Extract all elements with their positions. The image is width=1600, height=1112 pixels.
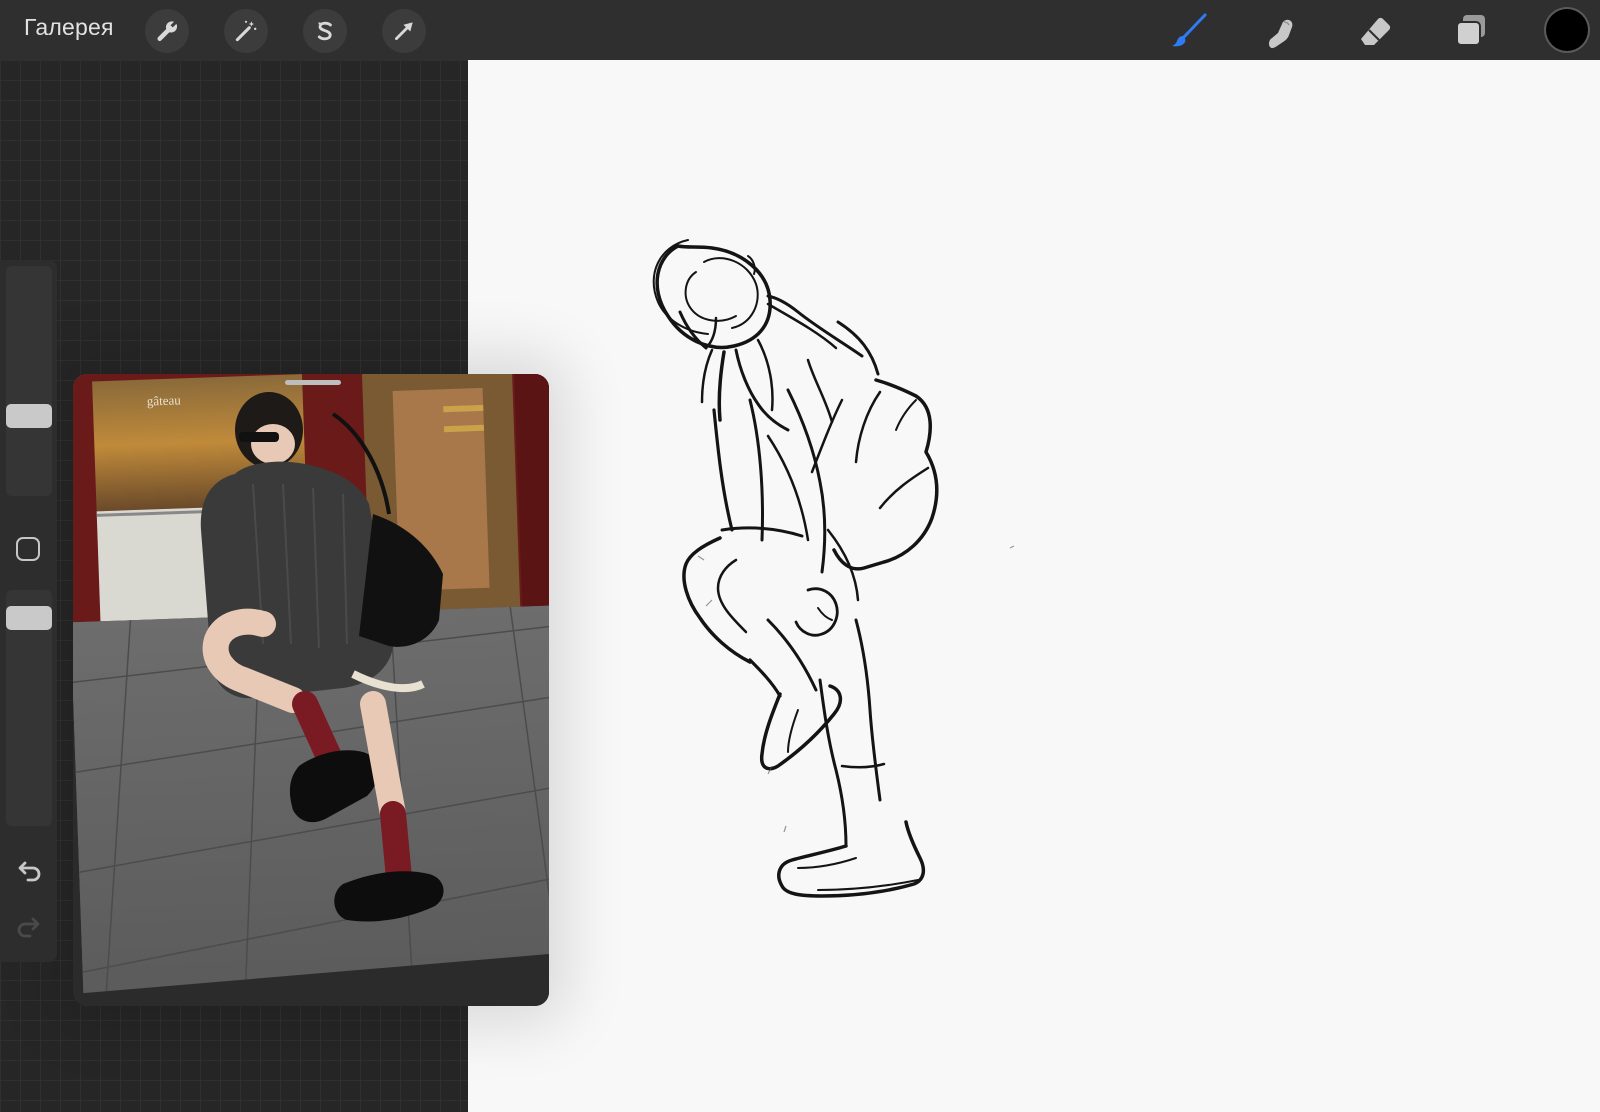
eraser-tool-button[interactable] <box>1353 8 1399 54</box>
color-picker-swatch[interactable] <box>1546 9 1588 51</box>
transform-button[interactable] <box>382 9 426 53</box>
reference-grabber[interactable] <box>285 380 341 385</box>
redo-arrow-icon[interactable] <box>14 912 44 942</box>
procreate-app: Галерея gâteau <box>0 0 1600 1112</box>
brush-size-slider[interactable] <box>6 266 52 496</box>
gallery-button[interactable]: Галерея <box>24 14 114 41</box>
drawing-canvas[interactable] <box>468 60 1600 1112</box>
arrow-cursor-icon <box>395 22 413 40</box>
brush-icon <box>1172 13 1207 47</box>
opacity-slider[interactable] <box>6 590 52 826</box>
brush-tool-button[interactable] <box>1166 8 1212 54</box>
magic-wand-icon <box>235 20 257 42</box>
reference-photo: gâteau <box>73 374 549 1006</box>
actions-button[interactable] <box>145 9 189 53</box>
selection-s-icon <box>317 21 332 41</box>
top-toolbar: Галерея <box>0 0 1600 60</box>
gesture-sketch <box>652 239 1015 898</box>
selection-button[interactable] <box>303 9 347 53</box>
eraser-icon <box>1361 17 1391 45</box>
sidebar <box>0 260 57 962</box>
layers-icon <box>1456 15 1485 46</box>
reference-window[interactable]: gâteau <box>73 374 549 1006</box>
brush-size-thumb[interactable] <box>6 404 52 428</box>
wrench-icon <box>157 21 178 41</box>
smudge-finger-icon <box>1268 19 1293 49</box>
adjustments-button[interactable] <box>224 9 268 53</box>
undo-arrow-icon[interactable] <box>14 856 44 886</box>
modify-button[interactable] <box>16 537 40 561</box>
storefront-text: gâteau <box>147 392 182 408</box>
smudge-tool-button[interactable] <box>1259 8 1305 54</box>
layers-button[interactable] <box>1448 8 1494 54</box>
opacity-thumb[interactable] <box>6 606 52 630</box>
